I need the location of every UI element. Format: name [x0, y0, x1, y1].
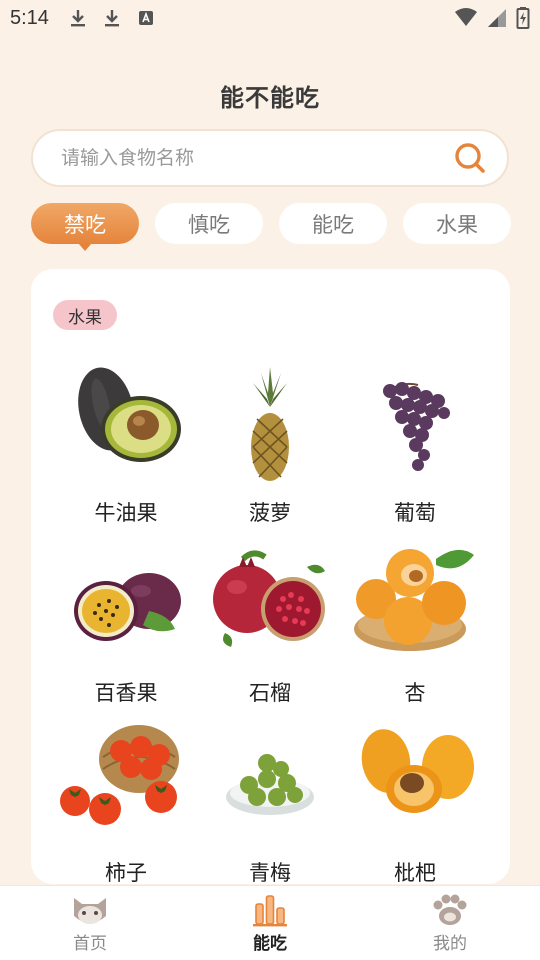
search-box[interactable]	[31, 129, 509, 187]
food-name: 石榴	[249, 681, 291, 705]
tab-label: 慎吃	[188, 212, 230, 237]
tab-label: 水果	[436, 212, 478, 237]
bar-chart-icon	[253, 895, 287, 927]
food-item-apricot[interactable]: 杏	[340, 539, 490, 719]
food-name: 杏	[404, 681, 426, 705]
page-title: 能不能吃	[220, 84, 320, 112]
bottom-nav: 首页 能吃 我的	[0, 885, 540, 960]
status-bar: 5:14	[0, 0, 540, 36]
nav-label: 能吃	[253, 934, 287, 954]
nav-edible[interactable]: 能吃	[210, 892, 330, 956]
nav-label: 我的	[433, 934, 467, 954]
food-item-passion-fruit[interactable]: 百香果	[51, 539, 201, 719]
nav-mine[interactable]: 我的	[390, 892, 510, 956]
cat-face-icon	[74, 898, 106, 924]
tab-fruit[interactable]: 水果	[403, 203, 511, 244]
food-item-pomegranate[interactable]: 石榴	[195, 539, 345, 719]
category-badge: 水果	[53, 300, 117, 330]
tab-label: 能吃	[312, 212, 354, 237]
food-item-loquat[interactable]: 枇杷	[340, 719, 490, 884]
search-input[interactable]	[61, 147, 453, 169]
paw-icon	[433, 894, 467, 925]
food-item-avocado[interactable]: 牛油果	[51, 359, 201, 539]
grapes-icon	[383, 382, 450, 471]
persimmon-icon	[60, 725, 179, 825]
tab-label: 禁吃	[64, 212, 106, 237]
wifi-icon	[455, 8, 477, 26]
avocado-icon	[78, 367, 181, 462]
nav-home[interactable]: 首页	[30, 892, 150, 956]
text-a-icon	[138, 11, 153, 25]
food-name: 牛油果	[94, 501, 158, 525]
passion-fruit-icon	[74, 573, 181, 641]
food-name: 百香果	[94, 681, 158, 705]
category-tabs: 禁吃 慎吃 能吃 水果	[31, 203, 511, 251]
download-icon	[104, 10, 119, 27]
food-item-grapes[interactable]: 葡萄	[340, 359, 490, 539]
apricot-icon	[354, 549, 474, 651]
green-plum-icon	[226, 754, 314, 815]
food-name: 青梅	[249, 861, 291, 884]
food-list-card: 水果 牛油果 菠萝 葡萄 百香果 石榴 杏 柿子 青梅 枇杷	[31, 269, 510, 884]
status-right	[454, 7, 530, 29]
tab-caution[interactable]: 慎吃	[155, 203, 263, 244]
food-name: 枇杷	[394, 861, 436, 884]
food-name: 菠萝	[249, 501, 291, 525]
tab-edible[interactable]: 能吃	[279, 203, 387, 244]
food-item-green-plum[interactable]: 青梅	[195, 719, 345, 884]
search-icon[interactable]	[453, 141, 487, 175]
pomegranate-icon	[213, 550, 325, 647]
loquat-icon	[361, 729, 474, 813]
food-name: 柿子	[105, 861, 147, 884]
signal-icon	[488, 9, 506, 27]
battery-charging-icon	[516, 7, 530, 29]
tab-forbidden[interactable]: 禁吃	[31, 203, 139, 251]
food-name: 葡萄	[394, 501, 436, 525]
food-item-persimmon[interactable]: 柿子	[51, 719, 201, 884]
download-icon	[70, 10, 85, 27]
pineapple-icon	[251, 367, 289, 481]
nav-label: 首页	[73, 934, 107, 954]
food-item-pineapple[interactable]: 菠萝	[195, 359, 345, 539]
status-time: 5:14	[10, 6, 49, 29]
